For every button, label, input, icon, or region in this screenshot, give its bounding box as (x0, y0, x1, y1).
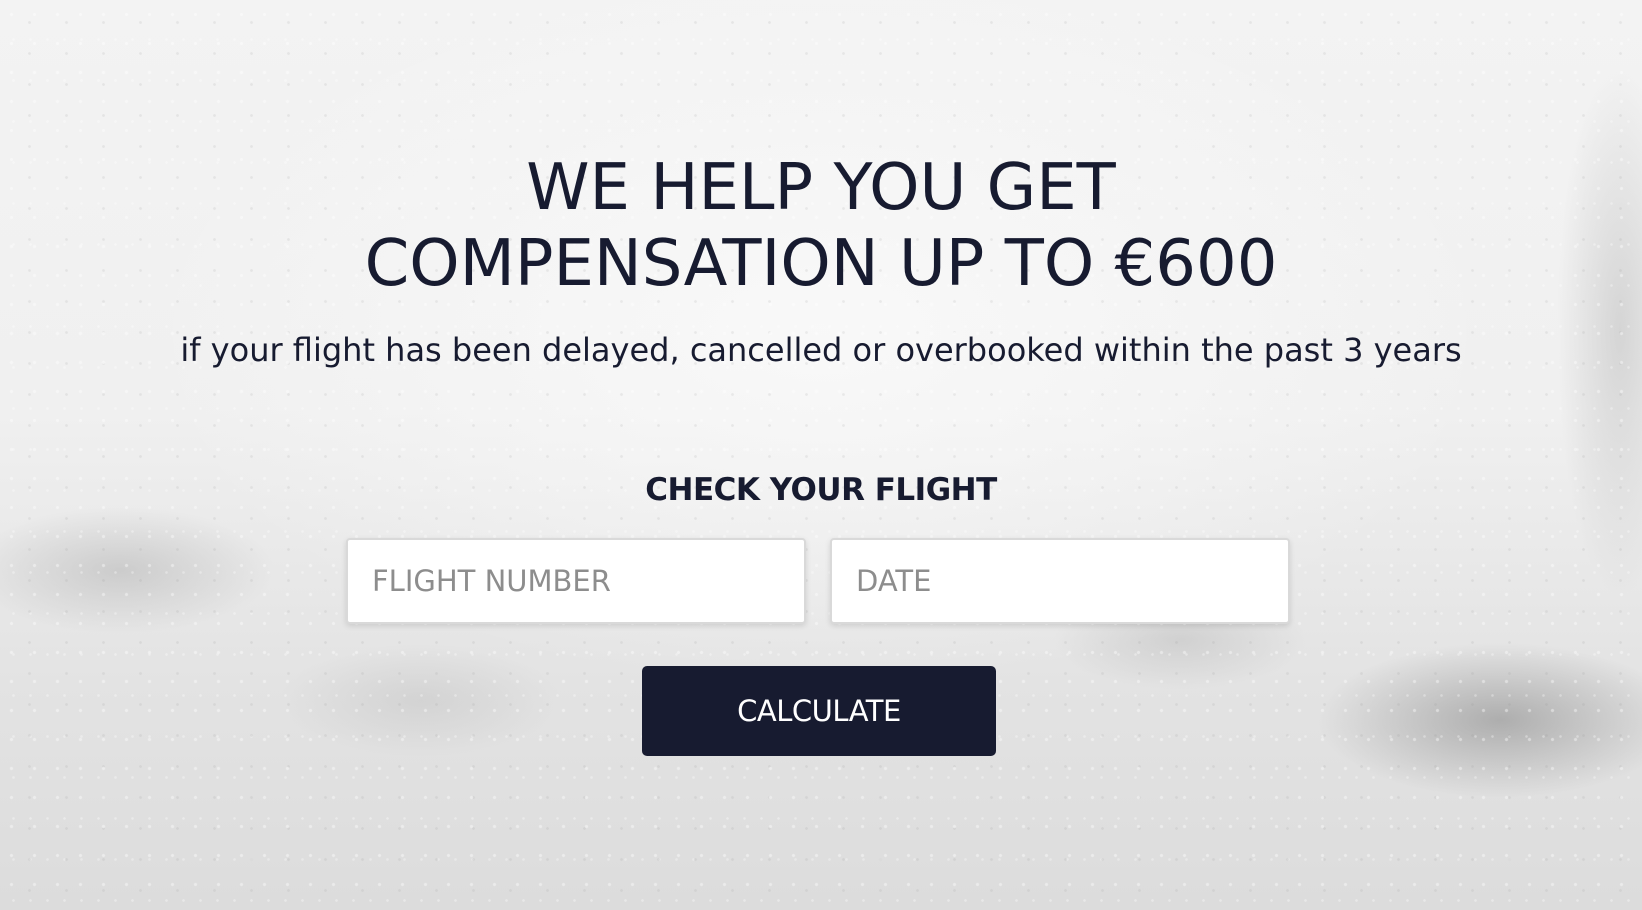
date-input[interactable] (830, 538, 1290, 624)
headline-line-1: WE HELP YOU GET (526, 151, 1116, 225)
flight-number-input[interactable] (346, 538, 806, 624)
form-title: CHECK YOUR FLIGHT (645, 472, 997, 508)
hero-headline: WE HELP YOU GET COMPENSATION UP TO €600 (0, 150, 1642, 302)
headline-line-2: COMPENSATION UP TO €600 (364, 227, 1278, 301)
calculate-button[interactable]: CALCULATE (642, 666, 996, 756)
hero-section: WE HELP YOU GET COMPENSATION UP TO €600 … (0, 0, 1642, 910)
hero-subheadline: if your flight has been delayed, cancell… (180, 331, 1462, 369)
form-input-row (346, 538, 1294, 624)
